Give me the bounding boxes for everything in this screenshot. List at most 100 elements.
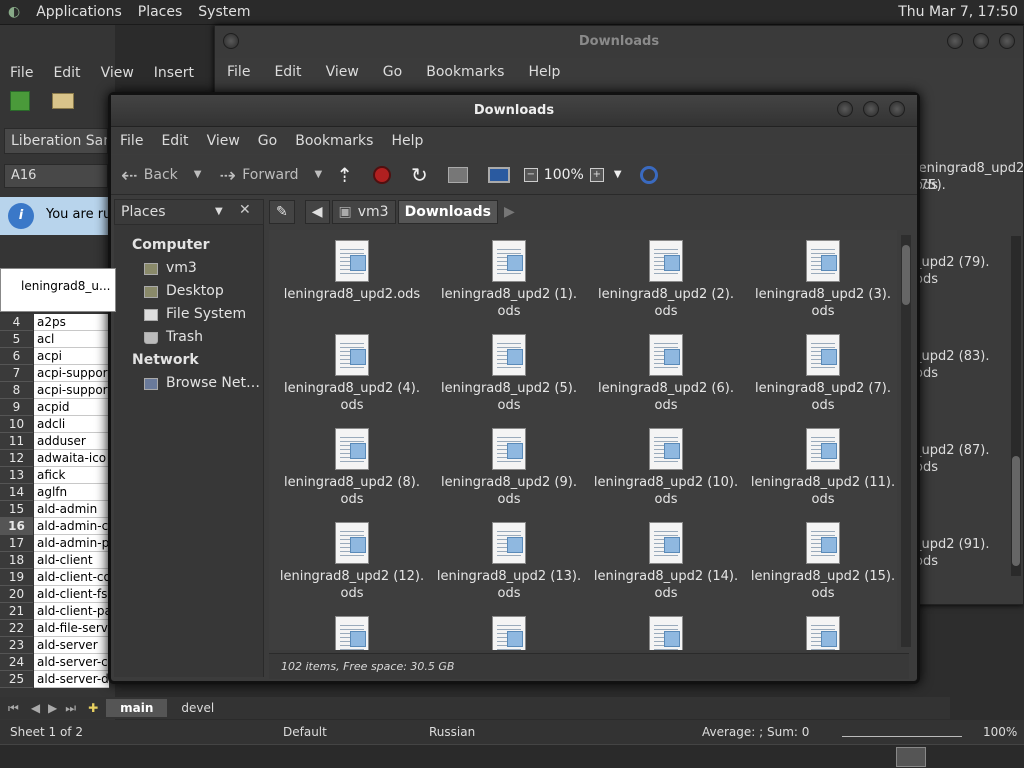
- close-sidebar-icon[interactable]: ✕: [239, 202, 251, 218]
- row-header[interactable]: 23: [0, 637, 33, 654]
- add-sheet-icon[interactable]: ✚: [80, 701, 106, 715]
- file-item[interactable]: leningrad8_upd2 (8). ods: [277, 428, 427, 508]
- language[interactable]: Russian: [429, 725, 475, 739]
- font-name-box[interactable]: Liberation Sans: [4, 128, 108, 154]
- file-item[interactable]: [277, 616, 427, 650]
- row-header[interactable]: 6: [0, 348, 33, 365]
- view-options-dropdown-icon[interactable]: ▼: [614, 169, 622, 180]
- edit-location-icon[interactable]: ✎: [269, 200, 295, 224]
- file-item[interactable]: leningrad8_upd2 (4). ods: [277, 334, 427, 414]
- prev-sheet-icon[interactable]: ◀: [27, 701, 44, 715]
- file-item[interactable]: leningrad8_upd2 (12). ods: [277, 522, 427, 602]
- spreadsheet-cell[interactable]: ald-admin-p: [34, 535, 109, 552]
- forward-history-dropdown-icon[interactable]: ▼: [315, 169, 323, 180]
- back-window-file-label[interactable]: _upd2 (87).: [915, 442, 1015, 459]
- zoom-out-icon[interactable]: −: [523, 167, 538, 182]
- row-header[interactable]: 7: [0, 365, 33, 382]
- spreadsheet-cell[interactable]: adduser: [34, 433, 109, 450]
- spreadsheet-cell[interactable]: ald-admin-c: [34, 518, 109, 535]
- calc-zoom-level[interactable]: 100%: [983, 725, 1017, 739]
- file-item[interactable]: leningrad8_upd2 (1). ods: [434, 240, 584, 320]
- spreadsheet-cell[interactable]: adcli: [34, 416, 109, 433]
- menu-applications[interactable]: Applications: [28, 4, 130, 20]
- row-header[interactable]: 17: [0, 535, 33, 552]
- file-item[interactable]: leningrad8_upd2 (2). ods: [591, 240, 741, 320]
- back-menu-edit[interactable]: Edit: [262, 64, 313, 80]
- row-header[interactable]: 5: [0, 331, 33, 348]
- back-window-file-label[interactable]: _upd2 (83).: [915, 348, 1015, 365]
- back-window-maximize-button[interactable]: [973, 33, 989, 49]
- row-header[interactable]: 14: [0, 484, 33, 501]
- close-button[interactable]: [889, 101, 905, 117]
- back-window-minimize-button[interactable]: [947, 33, 963, 49]
- sheet-tab-devel[interactable]: devel: [167, 699, 228, 717]
- row-header[interactable]: 10: [0, 416, 33, 433]
- back-menu-go[interactable]: Go: [371, 64, 414, 80]
- back-menu-file[interactable]: File: [215, 64, 262, 80]
- back-window-close-button[interactable]: [999, 33, 1015, 49]
- sidebar-places-selector[interactable]: Places ▼ ✕: [114, 199, 264, 225]
- sheet-tab-main[interactable]: main: [106, 699, 168, 717]
- row-header[interactable]: 20: [0, 586, 33, 603]
- back-window-menu-button[interactable]: [223, 33, 239, 49]
- spreadsheet-cell[interactable]: acpi-suppor: [34, 382, 109, 399]
- file-item[interactable]: leningrad8_upd2 (3). ods: [748, 240, 897, 320]
- zoom-in-icon[interactable]: +: [589, 167, 604, 182]
- row-header[interactable]: 16: [0, 518, 33, 535]
- sidebar-item-vm3[interactable]: vm3: [166, 260, 197, 276]
- up-icon[interactable]: ⇡: [336, 163, 353, 187]
- row-header[interactable]: 9: [0, 399, 33, 416]
- file-item[interactable]: leningrad8_upd2 (10). ods: [591, 428, 741, 508]
- row-header[interactable]: 13: [0, 467, 33, 484]
- row-header[interactable]: 18: [0, 552, 33, 569]
- search-icon[interactable]: [639, 165, 658, 184]
- minimize-button[interactable]: [837, 101, 853, 117]
- file-item[interactable]: leningrad8_upd2 (7). ods: [748, 334, 897, 414]
- back-window-file-label[interactable]: _upd2 (79).: [915, 254, 1015, 271]
- sidebar-item-trash[interactable]: Trash: [166, 329, 203, 345]
- maximize-button[interactable]: [863, 101, 879, 117]
- spreadsheet-cell[interactable]: a2ps: [34, 314, 109, 331]
- menu-help[interactable]: Help: [382, 133, 432, 149]
- first-sheet-icon[interactable]: ⏮: [0, 701, 27, 716]
- calc-menu-view[interactable]: View: [91, 65, 144, 81]
- spreadsheet-cell[interactable]: ald-server-d: [34, 671, 109, 688]
- menu-view[interactable]: View: [198, 133, 249, 149]
- file-item[interactable]: leningrad8_upd2 (9). ods: [434, 428, 584, 508]
- row-header[interactable]: 11: [0, 433, 33, 450]
- forward-button[interactable]: ⇢ Forward ▼: [219, 163, 322, 187]
- spreadsheet-cell[interactable]: ald-client: [34, 552, 109, 569]
- menu-places[interactable]: Places: [130, 4, 191, 20]
- row-header[interactable]: 19: [0, 569, 33, 586]
- open-folder-icon[interactable]: [52, 93, 74, 109]
- menu-edit[interactable]: Edit: [152, 133, 197, 149]
- back-window-file-label[interactable]: ods: [915, 365, 1015, 382]
- menu-system[interactable]: System: [190, 4, 258, 20]
- back-window-file-label[interactable]: _upd2 (91).: [915, 536, 1015, 553]
- row-header[interactable]: 24: [0, 654, 33, 671]
- page-style[interactable]: Default: [283, 725, 327, 739]
- stop-icon[interactable]: [373, 165, 392, 184]
- file-item[interactable]: leningrad8_upd2 (13). ods: [434, 522, 584, 602]
- back-button[interactable]: ⇠ Back ▼: [121, 163, 201, 187]
- back-window-file-label[interactable]: ods: [915, 177, 1015, 194]
- back-menu-bookmarks[interactable]: Bookmarks: [414, 64, 516, 80]
- row-header[interactable]: 25: [0, 671, 33, 688]
- spreadsheet-cell[interactable]: ald-client-fs: [34, 586, 109, 603]
- file-item[interactable]: leningrad8_upd2 (6). ods: [591, 334, 741, 414]
- spreadsheet-cell[interactable]: ald-client-pa: [34, 603, 109, 620]
- file-item[interactable]: leningrad8_upd2 (11). ods: [748, 428, 897, 508]
- spreadsheet-cell[interactable]: acpi-suppor: [34, 365, 109, 382]
- last-sheet-icon[interactable]: ⏭: [61, 701, 80, 716]
- spreadsheet-cell[interactable]: ald-file-serv: [34, 620, 109, 637]
- menu-go[interactable]: Go: [249, 133, 286, 149]
- spreadsheet-cell[interactable]: ald-server-c: [34, 654, 109, 671]
- spreadsheet-cell[interactable]: ald-client-co: [34, 569, 109, 586]
- row-header[interactable]: 15: [0, 501, 33, 518]
- calc-menu-edit[interactable]: Edit: [43, 65, 90, 81]
- breadcrumb-vm3[interactable]: ▣ vm3: [331, 200, 396, 224]
- menu-file[interactable]: File: [111, 133, 152, 149]
- calc-menu-insert[interactable]: Insert: [144, 65, 204, 81]
- computer-icon[interactable]: [487, 166, 510, 183]
- sidebar-item-file-system[interactable]: File System: [166, 306, 246, 322]
